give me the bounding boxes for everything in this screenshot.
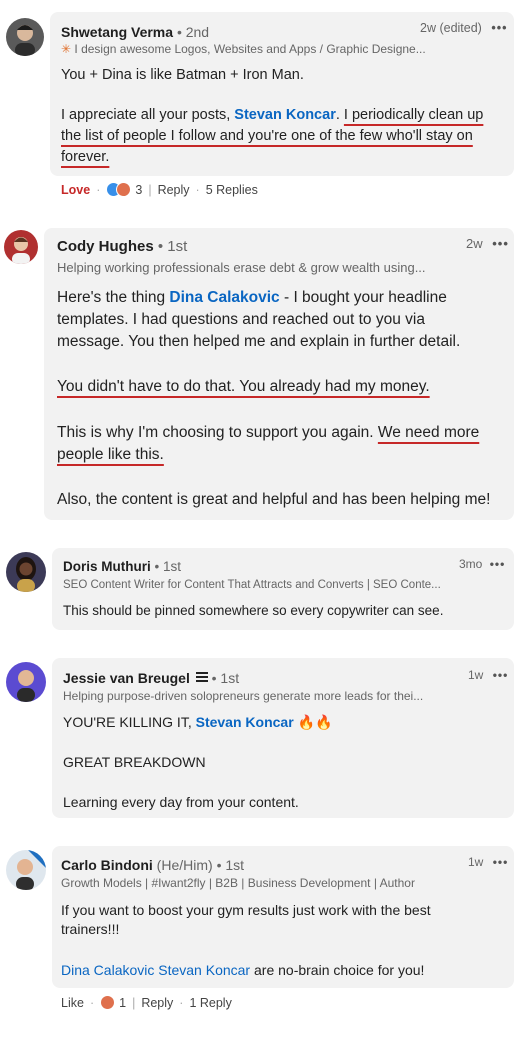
highlighted-text: forever. bbox=[61, 149, 110, 165]
author-name[interactable]: Doris Muthuri bbox=[63, 559, 151, 574]
timestamp: 2w (edited) bbox=[420, 21, 482, 35]
highlighted-text: people like this. bbox=[57, 446, 164, 463]
comment-actions: Like · 1 | Reply · 1 Reply bbox=[61, 995, 232, 1010]
pronouns: (He/Him) bbox=[156, 857, 213, 873]
avatar[interactable] bbox=[6, 552, 46, 592]
connection-degree: • 1st bbox=[157, 238, 188, 255]
comment-text-line: You didn't have to do that. You already … bbox=[57, 378, 430, 396]
more-options-icon[interactable]: ••• bbox=[491, 21, 507, 35]
author-headline: Helping working professionals erase debt… bbox=[57, 260, 426, 275]
mention-link[interactable]: Dina Calakovic Stevan Koncar bbox=[61, 962, 250, 978]
author-headline: SEO Content Writer for Content That Attr… bbox=[63, 579, 441, 591]
highlighted-text: We need more bbox=[377, 424, 480, 441]
comment-text-line: Learning every day from your content. bbox=[63, 794, 299, 810]
author-headline: Helping purpose-driven solopreneurs gene… bbox=[63, 689, 424, 703]
more-options-icon[interactable]: ••• bbox=[492, 236, 509, 251]
reactions-count[interactable]: 1 bbox=[100, 995, 126, 1010]
comment-text-line: If you want to boost your gym results ju… bbox=[61, 902, 431, 918]
comment-text-line: Dina Calakovic Stevan Koncar are no-brai… bbox=[61, 962, 425, 978]
connection-degree: • 1st bbox=[216, 857, 245, 873]
comment-text-line: message. You then helped me and explain … bbox=[57, 333, 461, 350]
author-headline: Growth Models | #Iwant2fly | B2B | Busin… bbox=[61, 876, 415, 890]
reply-button[interactable]: Reply bbox=[158, 183, 190, 197]
reaction-button[interactable]: Love bbox=[61, 183, 90, 197]
mention-link[interactable]: Stevan Koncar bbox=[196, 714, 294, 730]
comment-text-line: This is why I'm choosing to support you … bbox=[57, 424, 480, 441]
love-icon bbox=[100, 995, 116, 1010]
author-name[interactable]: Shwetang Verma bbox=[61, 24, 173, 40]
comment-text-line: forever. bbox=[61, 149, 109, 165]
comment-text-line: GREAT BREAKDOWN bbox=[63, 754, 206, 770]
connection-degree: • 1st bbox=[154, 559, 182, 574]
highlighted-text: the list of people I follow and you're o… bbox=[61, 128, 473, 144]
mention-link[interactable]: Stevan Koncar bbox=[234, 107, 336, 123]
view-replies-link[interactable]: 1 Reply bbox=[189, 996, 231, 1010]
author-name[interactable]: Cody Hughes bbox=[57, 238, 154, 255]
sparkle-icon: ✳ bbox=[61, 42, 72, 56]
avatar[interactable] bbox=[4, 230, 38, 264]
more-options-icon[interactable]: ••• bbox=[490, 557, 506, 571]
author-name[interactable]: Jessie van Breugel bbox=[63, 670, 190, 686]
timestamp: 2w bbox=[466, 236, 483, 251]
reply-button[interactable]: Reply bbox=[141, 996, 173, 1010]
comment-text-line: Also, the content is great and helpful a… bbox=[57, 491, 491, 508]
comment-text-line: Here's the thing Dina Calakovic - I boug… bbox=[57, 289, 447, 306]
avatar[interactable] bbox=[6, 662, 46, 702]
comment-text-line: I appreciate all your posts, Stevan Konc… bbox=[61, 107, 484, 123]
fire-emoji-icon: 🔥🔥 bbox=[297, 714, 333, 730]
author-headline: I design awesome Logos, Websites and App… bbox=[74, 42, 426, 56]
comment-text-line: templates. I had questions and reached o… bbox=[57, 311, 425, 328]
connection-degree: • 1st bbox=[211, 670, 240, 686]
reaction-button[interactable]: Like bbox=[61, 996, 84, 1010]
connection-degree: • 2nd bbox=[176, 24, 210, 40]
avatar[interactable] bbox=[6, 18, 44, 56]
comment-text-line: This should be pinned somewhere so every… bbox=[63, 603, 444, 618]
premium-icon bbox=[195, 672, 208, 684]
comment-text-line: the list of people I follow and you're o… bbox=[61, 128, 473, 144]
timestamp: 1w bbox=[468, 855, 484, 869]
highlighted-text: You didn't have to do that. You already … bbox=[57, 378, 430, 395]
comment-text-line: You + Dina is like Batman + Iron Man. bbox=[61, 67, 304, 83]
comment-text-line: YOU'RE KILLING IT, Stevan Koncar 🔥🔥 bbox=[63, 714, 333, 730]
author-name[interactable]: Carlo Bindoni bbox=[61, 857, 153, 873]
more-options-icon[interactable]: ••• bbox=[493, 855, 509, 869]
highlighted-text: I periodically clean up bbox=[343, 107, 484, 123]
timestamp: 1w bbox=[468, 668, 484, 682]
comment-text-line: people like this. bbox=[57, 446, 164, 464]
comment-text-line: trainers!!! bbox=[61, 921, 120, 937]
timestamp: 3mo bbox=[459, 557, 483, 571]
mention-link[interactable]: Dina Calakovic bbox=[169, 289, 279, 306]
reactions-count[interactable]: 3 bbox=[106, 182, 142, 197]
love-icon bbox=[116, 182, 132, 197]
more-options-icon[interactable]: ••• bbox=[493, 668, 509, 682]
comment-actions: Love · 3 | Reply · 5 Replies bbox=[61, 182, 258, 197]
avatar[interactable] bbox=[6, 850, 46, 890]
view-replies-link[interactable]: 5 Replies bbox=[206, 183, 258, 197]
